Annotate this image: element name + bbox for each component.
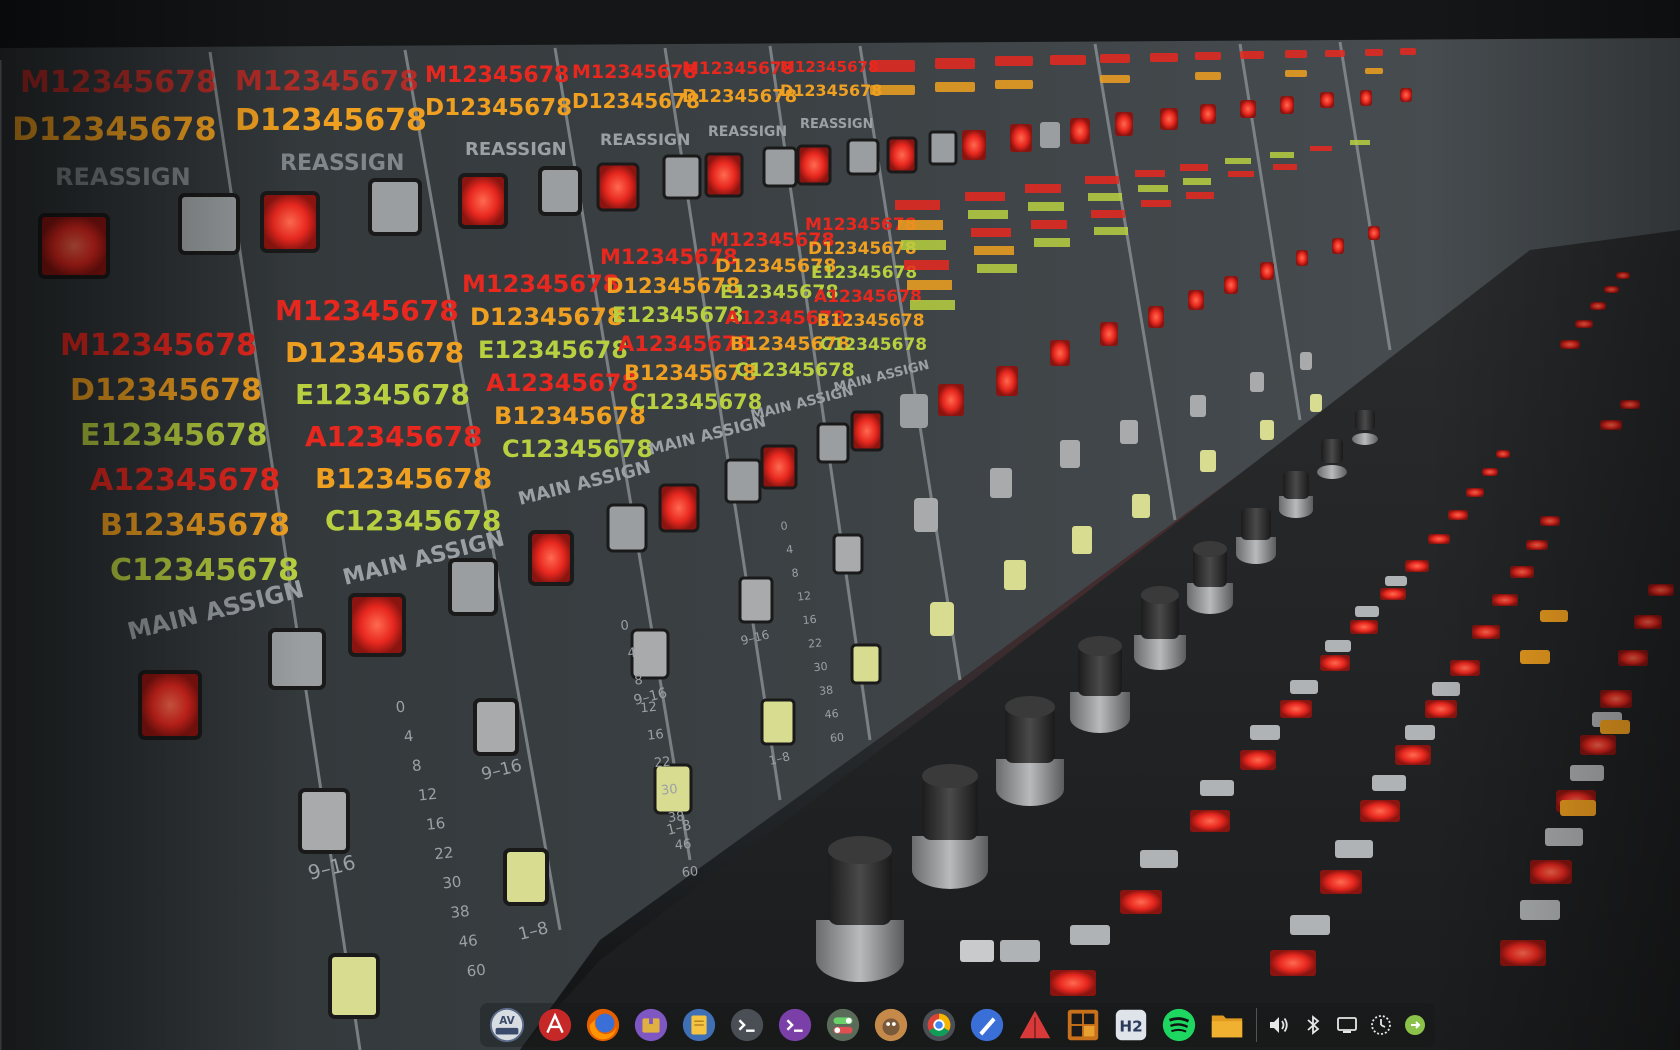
terminal-button[interactable] (726, 1004, 768, 1046)
bluetooth-control[interactable] (1299, 1004, 1327, 1046)
volume-icon (1270, 1017, 1288, 1033)
pdf-reader-icon (538, 1008, 572, 1042)
svg-text:H2: H2 (1119, 1018, 1142, 1036)
h2-app-icon: H2 (1115, 1009, 1147, 1041)
hydrogen-button[interactable]: H2 (1110, 1004, 1152, 1046)
desktop: M12345678 D12345678 REASSIGN M12345678 D… (0, 0, 1680, 1050)
logout-button[interactable] (1401, 1004, 1429, 1046)
triangle-app-icon (1019, 1010, 1051, 1039)
svg-text:AV: AV (499, 1015, 515, 1027)
display-control[interactable] (1333, 1004, 1361, 1046)
bluetooth-icon (1307, 1015, 1320, 1035)
terminal-icon (730, 1008, 764, 1042)
spotify-button[interactable] (1158, 1004, 1200, 1046)
spotify-icon (1162, 1008, 1196, 1042)
notes-button[interactable] (678, 1004, 720, 1046)
gimp-button[interactable] (870, 1004, 912, 1046)
chromium-button[interactable] (918, 1004, 960, 1046)
pdf-reader-button[interactable] (534, 1004, 576, 1046)
file-manager-icon (1211, 1015, 1243, 1038)
settings-button[interactable] (822, 1004, 864, 1046)
root-terminal-button[interactable] (774, 1004, 816, 1046)
wallpaper: M12345678 D12345678 REASSIGN M12345678 D… (0, 0, 1680, 1050)
chromium-icon (922, 1008, 956, 1042)
tiles-app-button[interactable] (1062, 1004, 1104, 1046)
inkscape-button[interactable] (966, 1004, 1008, 1046)
firefox-button[interactable] (582, 1004, 624, 1046)
triangle-app-button[interactable] (1014, 1004, 1056, 1046)
gimp-icon (874, 1008, 908, 1042)
tiles-app-icon (1067, 1009, 1099, 1041)
logout-power-icon (1405, 1015, 1425, 1035)
settings-toggle-icon (826, 1008, 860, 1042)
clock-icon (1371, 1015, 1391, 1035)
dock-separator (1256, 1008, 1257, 1042)
av-linux-menu-button[interactable]: AV (486, 1004, 528, 1046)
dock: AV H2 (480, 1003, 1435, 1047)
av-linux-menu-icon: AV (489, 1007, 525, 1043)
file-manager-button[interactable] (1206, 1004, 1248, 1046)
volume-control[interactable] (1265, 1004, 1293, 1046)
firefox-icon (586, 1008, 620, 1042)
notes-icon (682, 1008, 716, 1042)
root-terminal-icon (778, 1008, 812, 1042)
display-icon (1337, 1017, 1357, 1033)
archive-manager-button[interactable] (630, 1004, 672, 1046)
archive-manager-icon (634, 1008, 668, 1042)
clock-widget[interactable] (1367, 1004, 1395, 1046)
pen-tool-icon (970, 1008, 1004, 1042)
